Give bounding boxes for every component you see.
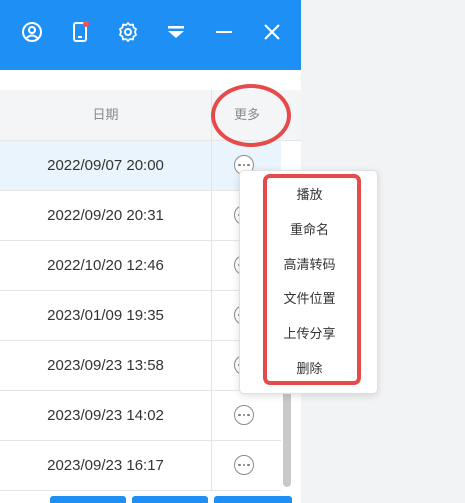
context-menu-item[interactable]: 文件位置 <box>240 282 379 316</box>
minimize-icon[interactable] <box>209 17 239 47</box>
close-icon[interactable] <box>257 17 287 47</box>
date-cell: 2023/09/23 16:17 <box>47 457 164 474</box>
context-menu-item[interactable]: 上传分享 <box>240 317 379 351</box>
date-cell: 2022/09/20 20:31 <box>47 207 164 224</box>
context-menu-item[interactable]: 重命名 <box>240 213 379 247</box>
date-column-header[interactable]: 日期 <box>0 90 211 140</box>
gear-icon[interactable] <box>113 17 143 47</box>
context-menu-item[interactable]: 删除 <box>240 352 379 386</box>
more-options-icon[interactable] <box>234 455 254 475</box>
date-cell: 2023/09/23 13:58 <box>47 357 164 374</box>
date-cell: 2023/01/09 19:35 <box>47 307 164 324</box>
context-menu: 播放 重命名 高清转码 文件位置 上传分享 删除 <box>239 170 378 394</box>
bottom-button-1[interactable] <box>50 496 126 503</box>
date-cell: 2023/09/23 14:02 <box>47 407 164 424</box>
date-cell: 2022/10/20 12:46 <box>47 257 164 274</box>
context-menu-item[interactable]: 高清转码 <box>240 248 379 282</box>
context-menu-item[interactable]: 播放 <box>240 178 379 212</box>
phone-icon[interactable] <box>65 17 95 47</box>
more-cell <box>211 391 282 441</box>
dropdown-icon[interactable] <box>161 17 191 47</box>
bottom-button-3[interactable] <box>214 496 292 503</box>
more-header-highlight <box>211 84 291 147</box>
user-icon[interactable] <box>17 17 47 47</box>
more-options-icon[interactable] <box>234 405 254 425</box>
bottom-button-2[interactable] <box>132 496 208 503</box>
date-cell: 2022/09/07 20:00 <box>47 157 164 174</box>
table-row[interactable]: 2023/09/23 14:02 <box>0 391 281 441</box>
more-cell <box>211 441 282 491</box>
title-bar <box>0 0 301 70</box>
table-row[interactable]: 2023/09/23 16:17 <box>0 441 281 491</box>
scrollbar[interactable] <box>283 382 291 487</box>
